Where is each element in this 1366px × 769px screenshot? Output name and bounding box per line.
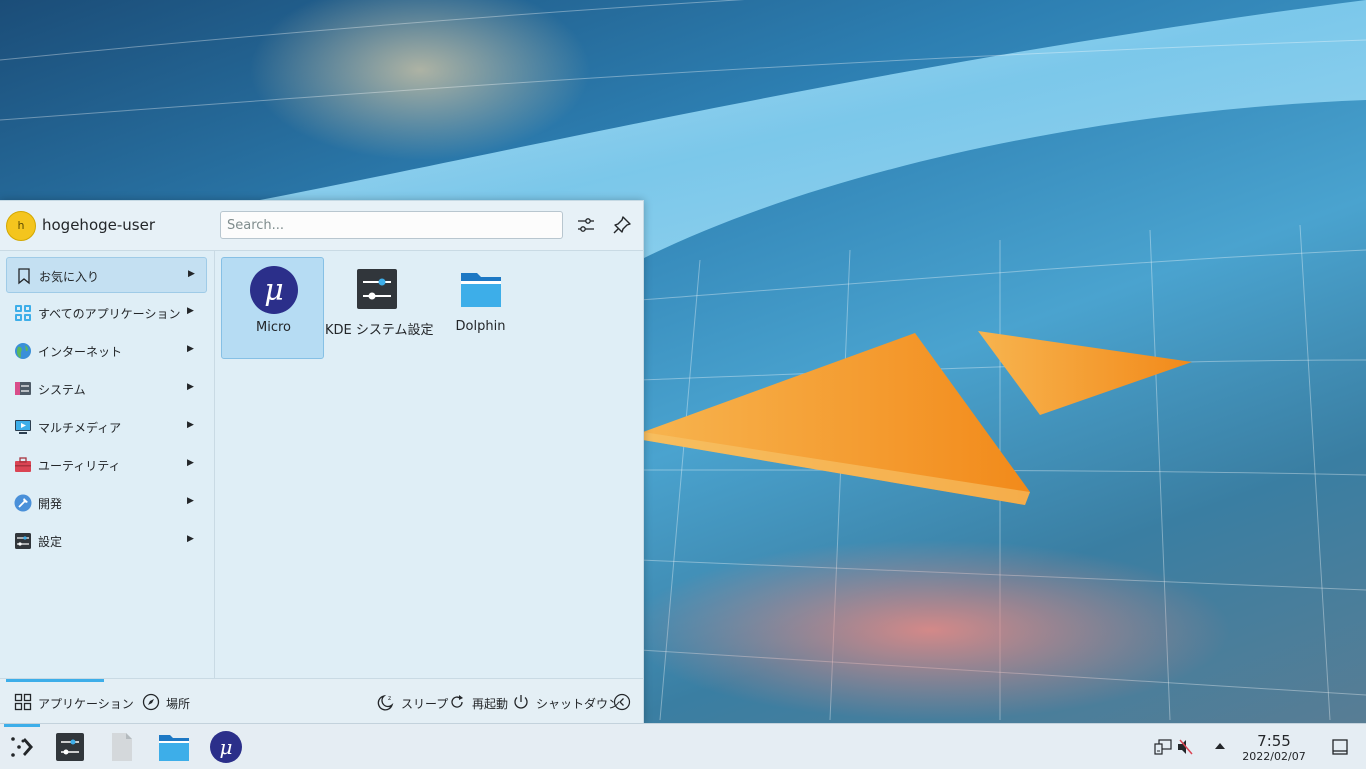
taskbar: μ 7:55 2022/02/07 <box>0 723 1366 769</box>
compass-icon <box>142 693 160 711</box>
multimedia-icon <box>15 420 31 434</box>
launcher-footer: アプリケーション 場所 z スリープ 再起動 シャットダウン <box>0 678 643 725</box>
app-label: KDE システム設定 <box>325 323 434 338</box>
category-label: マルチメディア <box>38 421 122 435</box>
chevron-left-circle-icon <box>613 693 631 711</box>
category-label: 設定 <box>38 535 63 549</box>
svg-text:μ: μ <box>220 735 233 759</box>
tab-label: アプリケーション <box>38 697 134 711</box>
system-settings-icon <box>357 269 397 309</box>
chevron-right-icon: ▶ <box>187 534 194 544</box>
clock-time[interactable]: 7:55 <box>1240 732 1308 750</box>
document-icon[interactable] <box>105 730 139 764</box>
chevron-right-icon: ▶ <box>187 306 194 316</box>
search-input[interactable] <box>220 211 563 239</box>
active-tab-indicator <box>6 679 104 682</box>
toolbox-icon <box>15 457 31 472</box>
category-label: インターネット <box>38 345 123 359</box>
folder-icon <box>461 273 501 307</box>
power-icon <box>514 695 528 709</box>
chevron-right-icon: ▶ <box>188 269 195 279</box>
category-utilities[interactable]: ユーティリティ ▶ <box>6 447 207 483</box>
application-launcher: h hogehoge-user お気に入り ▶ すべてのアプリケーション ▶ <box>0 200 644 725</box>
network-icon[interactable] <box>1154 738 1172 756</box>
category-label: システム <box>38 383 86 397</box>
category-settings[interactable]: 設定 ▶ <box>6 523 207 559</box>
settings-icon <box>15 533 31 549</box>
chevron-right-icon: ▶ <box>187 344 194 354</box>
app-label: Dolphin <box>455 319 506 334</box>
chevron-right-icon: ▶ <box>187 420 194 430</box>
folder-icon[interactable] <box>157 730 191 764</box>
bookmark-icon <box>18 268 30 285</box>
app-micro[interactable]: μ Micro <box>221 257 324 359</box>
launcher-header: h hogehoge-user <box>0 201 643 251</box>
tab-label: 場所 <box>166 697 191 711</box>
chevron-right-icon: ▶ <box>187 382 194 392</box>
system-icon <box>15 382 31 395</box>
category-label: 開発 <box>38 497 63 511</box>
show-desktop-icon[interactable] <box>1331 738 1349 756</box>
development-icon <box>14 494 32 512</box>
category-all-applications[interactable]: すべてのアプリケーション ▶ <box>6 295 207 331</box>
category-label: すべてのアプリケーション <box>38 307 181 321</box>
svg-text:μ: μ <box>264 273 284 308</box>
clock-date[interactable]: 2022/02/07 <box>1236 750 1312 763</box>
app-label: Micro <box>256 320 291 335</box>
pin-icon[interactable] <box>612 215 632 235</box>
category-internet[interactable]: インターネット ▶ <box>6 333 207 369</box>
globe-icon <box>15 343 31 359</box>
category-system[interactable]: システム ▶ <box>6 371 207 407</box>
application-launcher-button[interactable] <box>5 730 39 764</box>
tray-expand-icon[interactable] <box>1213 740 1227 752</box>
button-label: シャットダウン <box>536 697 621 711</box>
category-development[interactable]: 開発 ▶ <box>6 485 207 521</box>
grid-icon <box>14 693 32 711</box>
category-label: ユーティリティ <box>38 459 121 473</box>
configure-icon[interactable] <box>576 215 596 235</box>
category-favorites[interactable]: お気に入り ▶ <box>6 257 207 293</box>
username: hogehoge-user <box>42 216 155 234</box>
restart-icon <box>451 695 463 708</box>
button-label: スリープ <box>401 697 449 711</box>
chevron-right-icon: ▶ <box>187 496 194 506</box>
avatar[interactable]: h <box>6 211 36 241</box>
category-label: お気に入り <box>39 270 100 284</box>
button-label: 再起動 <box>472 697 509 711</box>
grid-icon <box>15 305 31 321</box>
app-dolphin[interactable]: Dolphin <box>429 257 532 359</box>
sleep-icon: z <box>377 694 394 711</box>
volume-muted-icon[interactable] <box>1176 738 1194 756</box>
category-multimedia[interactable]: マルチメディア ▶ <box>6 409 207 445</box>
category-sidebar: お気に入り ▶ すべてのアプリケーション ▶ インターネット ▶ システム ▶ … <box>0 251 215 678</box>
system-settings-icon[interactable] <box>53 730 87 764</box>
micro-icon[interactable]: μ <box>209 730 243 764</box>
launcher-active-indicator <box>4 724 40 727</box>
micro-icon: μ <box>250 266 298 314</box>
svg-text:z: z <box>388 695 391 702</box>
app-kde-system-settings[interactable]: KDE システム設定 <box>325 257 434 359</box>
chevron-right-icon: ▶ <box>187 458 194 468</box>
